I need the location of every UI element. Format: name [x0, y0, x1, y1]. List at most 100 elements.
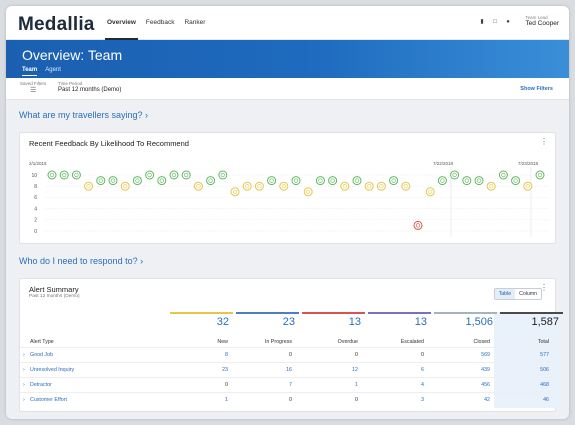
tab-agent[interactable]: Agent	[45, 67, 61, 76]
feedback-point[interactable]	[96, 176, 106, 186]
feedback-point[interactable]	[267, 176, 277, 186]
feedback-point[interactable]	[108, 176, 118, 186]
feedback-point[interactable]	[474, 176, 484, 186]
feedback-point[interactable]	[84, 181, 94, 191]
feedback-point[interactable]	[450, 170, 460, 180]
table-cell[interactable]: 6	[421, 367, 424, 373]
table-cell[interactable]: 577	[540, 352, 549, 358]
feedback-point[interactable]	[59, 170, 69, 180]
stat-color-bar	[500, 312, 563, 314]
feedback-point[interactable]	[486, 181, 496, 191]
feedback-point[interactable]	[242, 181, 252, 191]
alert-summary-subtitle: Past 12 months (Demo)	[29, 294, 80, 299]
table-row[interactable]: Detractor › 0 7 1 4 456 468	[20, 377, 555, 391]
feedback-point[interactable]	[279, 181, 289, 191]
feedback-point[interactable]	[340, 181, 350, 191]
feedback-point[interactable]	[511, 176, 521, 186]
feedback-point[interactable]	[230, 187, 240, 197]
table-cell[interactable]: 7	[289, 382, 292, 388]
expand-chevron-icon[interactable]: ›	[23, 382, 25, 388]
table-cell[interactable]: 4	[421, 382, 424, 388]
feedback-point[interactable]	[328, 176, 338, 186]
stat-box: 32	[170, 312, 233, 329]
alert-summary-title: Alert Summary	[29, 285, 79, 294]
table-cell[interactable]: 23	[222, 367, 228, 373]
sub-tabs: Team Agent	[22, 67, 61, 76]
table-header: Alert Type New In Progress Overdue Escal…	[20, 335, 555, 346]
feedback-point[interactable]	[389, 176, 399, 186]
more-options-icon[interactable]: ⋮	[540, 283, 548, 292]
table-cell[interactable]: 42	[484, 397, 490, 403]
feedback-point[interactable]	[218, 170, 228, 180]
table-row[interactable]: Unresolved Inquiry › 23 16 12 6 439 506	[20, 362, 555, 376]
feedback-point[interactable]	[120, 181, 130, 191]
feedback-point[interactable]	[254, 181, 264, 191]
expand-chevron-icon[interactable]: ›	[23, 352, 25, 358]
y-tick-label: 0	[34, 229, 37, 235]
show-filters-button[interactable]: Show Filters	[520, 86, 553, 92]
feedback-point[interactable]	[193, 181, 203, 191]
table-cell[interactable]: 3	[421, 397, 424, 403]
sliders-icon: ☰	[29, 87, 37, 94]
alert-type-link[interactable]: Detractor	[30, 382, 52, 388]
page-title: Overview: Team	[22, 47, 123, 63]
table-row[interactable]: Good Job › 8 0 0 0 569 577	[20, 347, 555, 361]
table-cell[interactable]: 439	[481, 367, 490, 373]
user-name: Ted Cooper	[525, 20, 559, 27]
table-row[interactable]: Customer Effort › 1 0 0 3 42 46	[20, 392, 555, 406]
feedback-point[interactable]	[376, 181, 386, 191]
feedback-point[interactable]	[315, 176, 325, 186]
table-cell[interactable]: 46	[543, 397, 549, 403]
view-toggle: Table Column	[493, 288, 542, 300]
expand-chevron-icon[interactable]: ›	[23, 397, 25, 403]
table-cell[interactable]: 1	[225, 397, 228, 403]
feedback-point[interactable]	[157, 176, 167, 186]
feedback-point[interactable]	[437, 176, 447, 186]
alert-type-link[interactable]: Customer Effort	[30, 397, 67, 403]
feedback-point[interactable]	[462, 176, 472, 186]
table-cell[interactable]: 456	[481, 382, 490, 388]
column-view-button[interactable]: Column	[515, 289, 541, 299]
section-heading-travellers[interactable]: What are my travellers saying? ›	[19, 110, 148, 120]
feedback-point[interactable]	[413, 220, 423, 230]
feedback-point[interactable]	[291, 176, 301, 186]
table-cell[interactable]: 1	[355, 382, 358, 388]
table-cell[interactable]: 16	[286, 367, 292, 373]
document-icon[interactable]: □	[492, 19, 498, 26]
feedback-point[interactable]	[535, 170, 545, 180]
feedback-point[interactable]	[303, 187, 313, 197]
feedback-point[interactable]	[523, 181, 533, 191]
expand-chevron-icon[interactable]: ›	[23, 367, 25, 373]
feedback-point[interactable]	[169, 170, 179, 180]
feedback-point[interactable]	[425, 187, 435, 197]
tab-ranker[interactable]: Ranker	[179, 6, 210, 40]
feedback-point[interactable]	[71, 170, 81, 180]
table-view-button[interactable]: Table	[494, 289, 516, 299]
table-cell[interactable]: 569	[481, 352, 490, 358]
feedback-point[interactable]	[47, 170, 57, 180]
feedback-point[interactable]	[145, 170, 155, 180]
section-heading-respond[interactable]: Who do I need to respond to? ›	[19, 256, 143, 266]
bookmark-icon[interactable]: ▮	[479, 19, 485, 26]
tab-team[interactable]: Team	[22, 67, 38, 76]
tab-feedback[interactable]: Feedback	[141, 6, 180, 40]
table-cell[interactable]: 8	[225, 352, 228, 358]
alert-type-link[interactable]: Unresolved Inquiry	[30, 367, 74, 373]
feedback-point[interactable]	[206, 176, 216, 186]
feedback-point[interactable]	[364, 181, 374, 191]
feedback-point[interactable]	[181, 170, 191, 180]
table-cell[interactable]: 506	[540, 367, 549, 373]
stat-box: 1,506	[434, 312, 497, 329]
saved-filters[interactable]: Saved Filters ☰	[20, 81, 46, 95]
table-cell[interactable]: 468	[540, 382, 549, 388]
feedback-point[interactable]	[401, 181, 411, 191]
feedback-point[interactable]	[352, 176, 362, 186]
user-icon[interactable]: ●	[505, 19, 511, 26]
feedback-point[interactable]	[498, 170, 508, 180]
tab-overview[interactable]: Overview	[102, 6, 141, 40]
alert-type-link[interactable]: Good Job	[30, 352, 53, 358]
time-period-selector[interactable]: Time Period Past 12 months (Demo)	[58, 81, 121, 93]
feedback-point[interactable]	[132, 176, 142, 186]
table-cell[interactable]: 12	[352, 367, 358, 373]
user-menu[interactable]: Team Lead Ted Cooper	[525, 15, 559, 27]
